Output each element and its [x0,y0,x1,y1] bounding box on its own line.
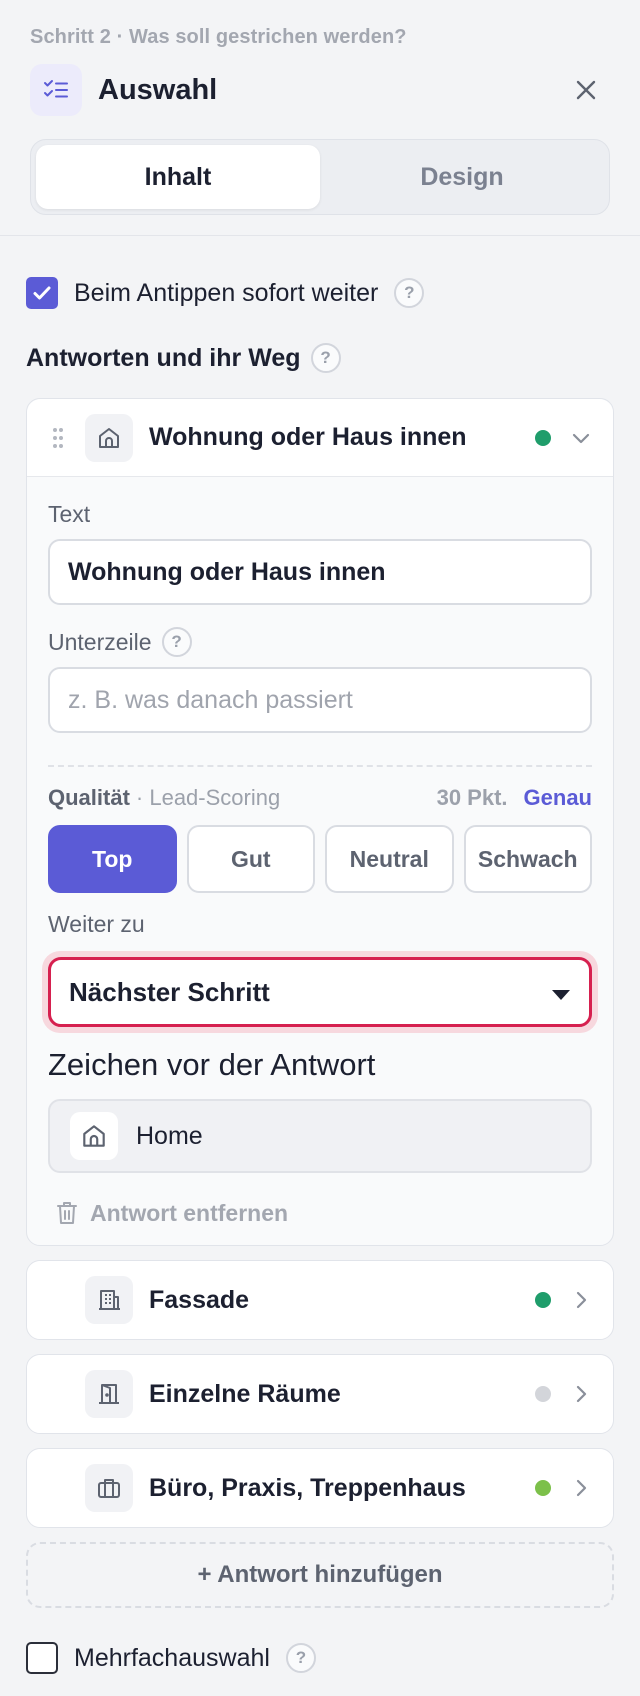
next-step-focus-ring: Nächster Schritt [42,951,598,1033]
status-dot [535,1386,551,1402]
text-field[interactable]: Wohnung oder Haus innen [48,539,592,605]
title-row: Auswahl [30,63,610,117]
status-dot [535,1292,551,1308]
quality-row: Qualität · Lead-Scoring 30 Pkt. Genau [48,783,592,813]
answer-card[interactable]: Büro, Praxis, Treppenhaus [26,1448,614,1528]
quality-points: 30 Pkt. [436,785,508,810]
help-icon[interactable]: ? [285,1643,316,1673]
close-button[interactable] [568,72,604,108]
checkmark-icon [33,286,51,300]
quality-top-button[interactable]: Top [48,825,177,893]
help-icon[interactable]: ? [161,627,192,657]
chevron-right-icon[interactable] [571,1478,591,1498]
auto-advance-row: Beim Antippen sofort weiter ? [26,274,614,312]
multi-select-label: Mehrfachauswahl [74,1643,270,1672]
multi-select-checkbox[interactable] [26,1642,58,1674]
icon-picker[interactable]: Home [48,1099,592,1173]
quality-label: Qualität [48,785,130,810]
quality-options: Top Gut Neutral Schwach [48,825,592,893]
panel-content: Beim Antippen sofort weiter ? Antworten … [0,274,640,1678]
caret-down-icon [551,977,571,1008]
home-icon [85,413,133,462]
answer-card-header: Fassade [27,1261,613,1339]
answer-card[interactable]: Einzelne Räume [26,1354,614,1434]
panel-header: Schritt 2 · Was soll gestrichen werden? … [0,0,640,236]
answer-title: Einzelne Räume [149,1379,341,1408]
add-answer-button[interactable]: + Antwort hinzufügen [26,1542,614,1608]
quality-sublabel: · Lead-Scoring [135,785,281,810]
briefcase-icon [85,1464,133,1512]
checklist-icon [30,64,82,116]
answer-card-body: Text Wohnung oder Haus innen Unterzeile … [27,499,613,1231]
auto-advance-checkbox[interactable] [26,277,58,309]
answer-card-expanded: Wohnung oder Haus innen Text Wohnung ode… [26,398,614,1246]
text-label: Text [48,500,91,527]
quality-exact-link[interactable]: Genau [524,785,592,811]
answer-title: Büro, Praxis, Treppenhaus [149,1473,466,1502]
remove-answer-button[interactable]: Antwort entfernen [48,1195,592,1231]
trash-icon [57,1202,77,1224]
tab-inhalt[interactable]: Inhalt [36,145,320,209]
chevron-right-icon[interactable] [571,1290,591,1310]
answer-card[interactable]: Fassade [26,1260,614,1340]
drag-handle-icon[interactable] [49,427,67,449]
quality-neutral-button[interactable]: Neutral [325,825,454,893]
icon-picker-label: Zeichen vor der Antwort [48,1047,376,1082]
building-icon [85,1276,133,1324]
next-step-select[interactable]: Nächster Schritt [48,957,592,1027]
quality-gut-button[interactable]: Gut [186,825,315,893]
icon-picker-value: Home [136,1121,203,1150]
quality-schwach-button[interactable]: Schwach [463,825,592,893]
answer-card-header[interactable]: Wohnung oder Haus innen [27,399,613,477]
subline-field[interactable]: z. B. was danach passiert [48,667,592,733]
breadcrumb: Schritt 2 · Was soll gestrichen werden? [30,26,407,48]
answer-title: Fassade [149,1285,250,1314]
auto-advance-label: Beim Antippen sofort weiter [74,278,379,307]
close-icon [576,80,596,100]
answer-card-header: Einzelne Räume [27,1355,613,1433]
chevron-right-icon[interactable] [571,1384,591,1404]
remove-answer-label: Antwort entfernen [90,1199,289,1226]
page-title: Auswahl [98,73,218,106]
answer-card-header: Büro, Praxis, Treppenhaus [27,1449,613,1527]
status-dot [535,1480,551,1496]
next-step-label: Weiter zu [48,911,145,937]
subline-label-row: Unterzeile ? [48,627,592,657]
tab-design[interactable]: Design [320,145,604,209]
status-dot [535,429,551,446]
home-icon [70,1112,118,1160]
help-icon[interactable]: ? [310,343,341,373]
help-icon[interactable]: ? [394,278,425,308]
answer-title: Wohnung oder Haus innen [149,423,467,451]
next-step-value: Nächster Schritt [69,976,270,1007]
door-icon [85,1370,133,1418]
answers-section-label: Antworten und ihr Weg ? [26,338,614,378]
answers-label: Antworten und ihr Weg [26,343,301,372]
subline-label: Unterzeile [48,628,152,655]
multi-select-row: Mehrfachauswahl ? [26,1638,614,1678]
chevron-down-icon[interactable] [571,428,591,448]
divider [48,765,592,767]
tab-switcher: Inhalt Design [30,139,610,215]
